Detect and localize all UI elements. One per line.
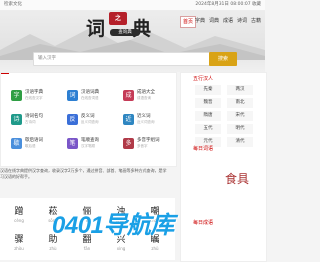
tool-subtitle: 近义词查询 [137, 120, 155, 124]
tool-subtitle: 汉字笔顺 [81, 144, 95, 148]
wuxing-title: 五行汉人 [193, 76, 214, 82]
dynasty-item[interactable]: 隋唐 [195, 111, 221, 121]
tool-name: 反义词 [81, 114, 95, 119]
daily-word[interactable]: 食具 [225, 170, 249, 187]
tool-subtitle: 在线查词语 [81, 96, 99, 100]
tool-icon: 反 [67, 114, 78, 125]
tool-subtitle: 歇后语 [25, 144, 36, 148]
dynasty-item[interactable]: 五代 [195, 124, 221, 134]
right-sidebar: 五行汉人 先秦 两汉 魏晋 南北 隋唐 宋代 五代 明代 元代 清代 每日词语 每日成语 [180, 72, 267, 262]
dynasty-item[interactable]: 南北 [227, 98, 253, 108]
tool-item[interactable]: 词汉语词典 在线查词语 [67, 89, 109, 105]
logo-char-ci: 词 [86, 18, 106, 40]
tool-icon: 词 [67, 90, 78, 101]
search-input[interactable]: 输入汉字 [38, 53, 56, 65]
tool-name: 汉语词典 [81, 90, 99, 95]
watermark-logo: 0401导航库 [52, 212, 174, 239]
character-pinyin: cèng [14, 218, 24, 223]
tool-name: 汉语字典 [25, 90, 43, 95]
nav-chengyu[interactable]: 成语 [223, 16, 233, 26]
tool-subtitle: 古诗词 [25, 120, 36, 124]
logo-char-dian: 典 [132, 18, 152, 40]
tools-panel: 字汉语字典 在线查汉字词汉语词典 在线查词语成成语大全 成语查询诗诗词名句 古诗词反反义… [0, 72, 177, 167]
character-pinyin: xìng [116, 246, 126, 251]
tool-subtitle: 多音字 [137, 144, 148, 148]
main-nav: 首页 字典 词典 成语 诗词 古籍 [180, 16, 265, 28]
character-pinyin: zhǔ [151, 246, 159, 251]
dynasty-item[interactable]: 明代 [227, 124, 253, 134]
tool-icon: 诗 [11, 114, 22, 125]
tool-item[interactable]: 诗诗词名句 古诗词 [11, 113, 53, 129]
site-description: 汉语在线字典提供汉字查询，收录汉字2万多个，通过拼音、部首、笔画等多种方式查询，… [0, 168, 167, 179]
daily-idiom-title: 每日成语 [193, 220, 214, 226]
nav-home[interactable]: 首页 [180, 16, 197, 28]
tool-item[interactable]: 笔笔顺查询 汉字笔顺 [67, 137, 109, 153]
dynasty-item[interactable]: 宋代 [227, 111, 253, 121]
tool-name: 近义词 [137, 114, 151, 119]
tool-icon: 多 [123, 138, 134, 149]
panel-accent [1, 73, 9, 74]
tool-icon: 近 [123, 114, 134, 125]
daily-word-title: 每日词语 [193, 146, 214, 152]
site-tagline: 检索文化 [4, 2, 22, 7]
tool-name: 笔顺查询 [81, 138, 99, 143]
date-and-bookmark[interactable]: 2024年8月31日 08:00:07 收藏 [195, 0, 261, 10]
character-glyph: 蹭 [14, 207, 24, 217]
tool-icon: 字 [11, 90, 22, 101]
dynasty-item[interactable]: 先秦 [195, 85, 221, 95]
tool-name: 多音字组词 [137, 138, 160, 143]
tool-item[interactable]: 字汉语字典 在线查汉字 [11, 89, 53, 105]
nav-cidian[interactable]: 词典 [209, 16, 219, 26]
tool-item[interactable]: 反反义词 反义词查询 [67, 113, 109, 129]
tool-item[interactable]: 歇歇后语词 歇后语 [11, 137, 53, 153]
character-pinyin: zhù [49, 246, 57, 251]
dynasty-item[interactable]: 清代 [227, 137, 253, 147]
logo-seal: 之 [109, 12, 127, 25]
tool-item[interactable]: 多多音字组词 多音字 [123, 137, 165, 153]
tool-subtitle: 成语查询 [137, 96, 151, 100]
dynasty-item[interactable]: 两汉 [227, 85, 253, 95]
character-pinyin: fān [83, 246, 91, 251]
search-bar: 输入汉字 搜索 [33, 52, 237, 66]
tool-subtitle: 反义词查询 [81, 120, 99, 124]
character-item[interactable]: 蹭 cèng [3, 204, 35, 230]
nav-shici[interactable]: 诗词 [237, 16, 247, 26]
nav-guji[interactable]: 古籍 [251, 16, 261, 26]
tool-name: 诗词名句 [25, 114, 43, 119]
tool-name: 歇后语词 [25, 138, 43, 143]
dynasty-item[interactable]: 魏晋 [195, 98, 221, 108]
tool-item[interactable]: 成成语大全 成语查询 [123, 89, 165, 105]
nav-zidian[interactable]: 字典 [195, 16, 205, 26]
tool-icon: 笔 [67, 138, 78, 149]
character-pinyin: zhòu [14, 246, 24, 251]
logo-subtitle: 查询典 [110, 29, 140, 36]
tool-subtitle: 在线查汉字 [25, 96, 43, 100]
tool-icon: 成 [123, 90, 134, 101]
search-button[interactable]: 搜索 [209, 52, 237, 66]
site-logo[interactable]: 词 之 典 查询典 [84, 12, 164, 40]
tool-icon: 歇 [11, 138, 22, 149]
character-glyph: 骤 [14, 235, 24, 245]
tool-item[interactable]: 近近义词 近义词查询 [123, 113, 165, 129]
character-item[interactable]: 骤 zhòu [3, 232, 35, 258]
tool-name: 成语大全 [137, 90, 155, 95]
